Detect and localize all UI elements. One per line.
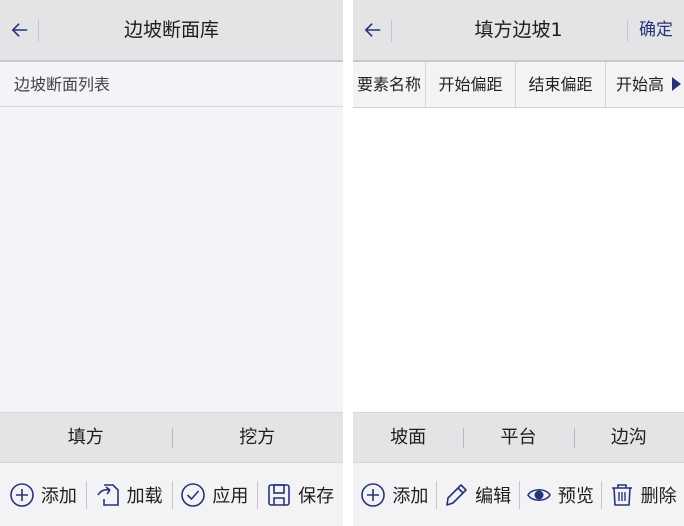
action-bar: 添加 编辑 预览 删除: [353, 462, 684, 526]
tab-fill[interactable]: 填方: [0, 413, 172, 463]
section-list[interactable]: [0, 107, 343, 412]
save-label: 保存: [298, 485, 335, 507]
back-arrow-icon: [364, 23, 381, 37]
edit-label: 编辑: [475, 485, 512, 507]
title-bar: 填方边坡1 确定: [353, 0, 684, 62]
table-header: 要素名称 开始偏距 结束偏距 开始高: [353, 62, 684, 108]
section-library-panel: 边坡断面库 边坡断面列表 填方 挖方 添加 加载 应用 保存: [0, 0, 343, 526]
add-circle-icon: [10, 482, 34, 507]
back-button[interactable]: [0, 0, 40, 60]
delete-label: 删除: [640, 485, 677, 507]
column-header-start-offset[interactable]: 开始偏距: [426, 62, 516, 107]
tab-slope-face[interactable]: 坡面: [353, 413, 463, 463]
divider: [391, 20, 392, 42]
apply-label: 应用: [212, 485, 249, 507]
delete-button[interactable]: 删除: [601, 463, 684, 526]
eye-icon: [526, 488, 551, 501]
type-tab-bar: 填方 挖方: [0, 412, 343, 462]
scroll-right-icon[interactable]: [672, 77, 681, 91]
edit-button[interactable]: 编辑: [435, 463, 519, 526]
fill-slope-panel: 填方边坡1 确定 要素名称 开始偏距 结束偏距 开始高 坡面 平台 边沟 添加 …: [353, 0, 684, 526]
section-list-header: 边坡断面列表: [0, 62, 343, 107]
element-table[interactable]: [353, 108, 684, 412]
load-icon: [96, 483, 119, 506]
load-label: 加载: [126, 485, 163, 507]
tab-cut[interactable]: 挖方: [171, 413, 344, 463]
check-circle-icon: [181, 482, 206, 507]
add-button[interactable]: 添加: [353, 463, 436, 526]
trash-icon: [611, 483, 632, 506]
element-tab-bar: 坡面 平台 边沟: [353, 412, 684, 462]
confirm-button[interactable]: 确定: [628, 0, 684, 60]
load-button[interactable]: 加载: [85, 463, 172, 526]
action-bar: 添加 加载 应用 保存: [0, 462, 343, 526]
preview-label: 预览: [557, 485, 594, 507]
pencil-icon: [446, 483, 467, 506]
column-header-end-offset[interactable]: 结束偏距: [516, 62, 606, 107]
page-title: 填方边坡1: [474, 19, 563, 41]
add-button[interactable]: 添加: [0, 463, 86, 526]
column-header-element-name[interactable]: 要素名称: [353, 62, 426, 107]
divider: [38, 20, 39, 42]
page-title: 边坡断面库: [123, 19, 219, 41]
save-button[interactable]: 保存: [257, 463, 343, 526]
add-label: 添加: [40, 485, 77, 507]
add-label: 添加: [392, 485, 429, 507]
tab-ditch[interactable]: 边沟: [573, 413, 684, 463]
tab-platform[interactable]: 平台: [463, 413, 573, 463]
apply-button[interactable]: 应用: [171, 463, 258, 526]
back-arrow-icon: [11, 23, 28, 37]
add-circle-icon: [361, 482, 386, 507]
preview-button[interactable]: 预览: [518, 463, 602, 526]
save-icon: [268, 483, 290, 506]
back-button[interactable]: [353, 0, 393, 60]
title-bar: 边坡断面库: [0, 0, 343, 62]
